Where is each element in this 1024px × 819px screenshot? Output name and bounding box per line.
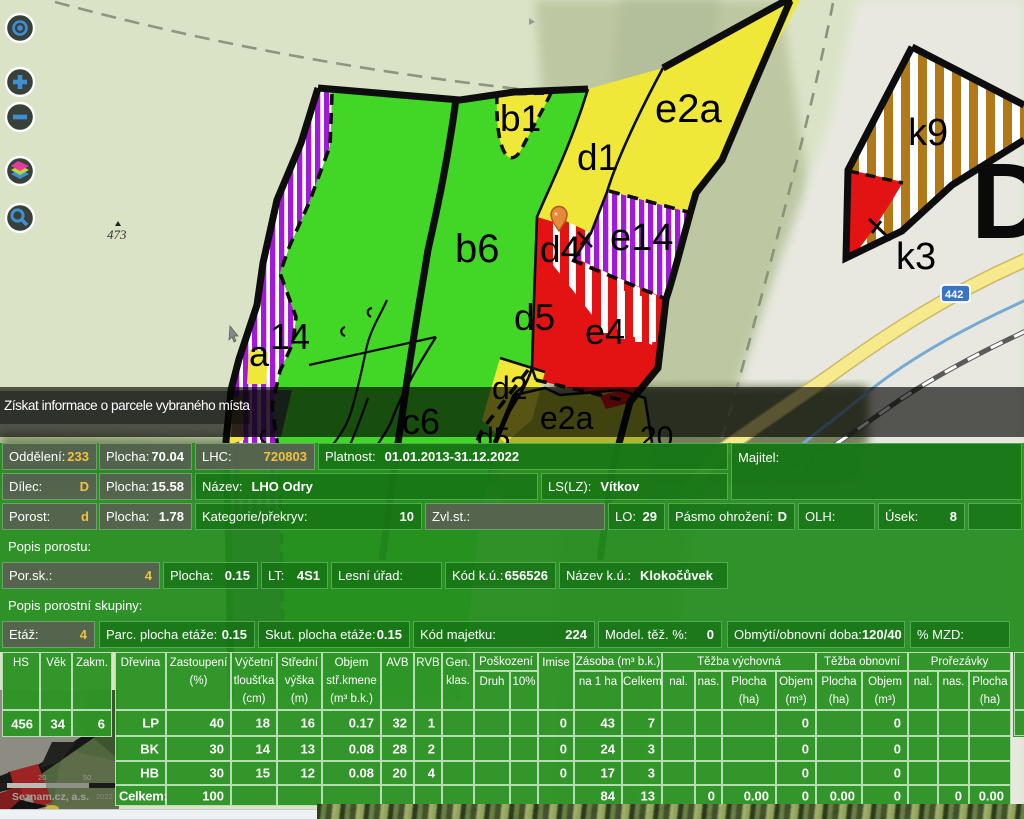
svg-text:k3: k3 [896,236,936,278]
svg-text:Seznam.cz, a.s.: Seznam.cz, a.s. [12,791,89,803]
svg-text:e2a: e2a [655,87,722,131]
svg-text:b1: b1 [500,98,541,139]
svg-text:50: 50 [83,773,91,782]
svg-text:D: D [971,140,1024,261]
svg-text:473: 473 [107,227,127,242]
svg-text:20: 20 [38,773,46,782]
svg-text:e4: e4 [585,311,625,352]
svg-text:2022: 2022 [96,792,113,801]
svg-text:442: 442 [945,289,963,301]
svg-text:k9: k9 [908,112,948,154]
svg-text:d5: d5 [514,297,555,338]
svg-text:d1: d1 [577,137,618,178]
svg-text:a: a [249,333,270,374]
svg-text:*: * [554,211,558,222]
svg-text:d4: d4 [540,229,581,270]
svg-text:14: 14 [270,316,310,357]
svg-text:b6: b6 [455,227,500,271]
svg-text:e14: e14 [610,217,673,259]
